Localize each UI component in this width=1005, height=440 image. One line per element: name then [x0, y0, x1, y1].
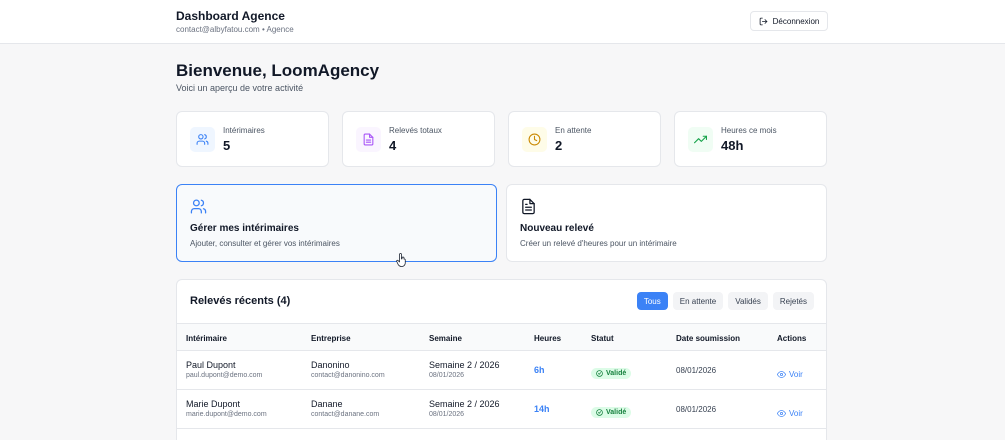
view-link[interactable]: Voir — [777, 409, 803, 418]
stat-value: 2 — [555, 138, 563, 153]
users-icon — [190, 127, 215, 152]
column-header: Entreprise — [311, 334, 351, 343]
column-header: Statut — [591, 334, 614, 343]
company-name: Danane — [311, 399, 343, 409]
document-icon — [356, 127, 381, 152]
trending-up-icon — [688, 127, 713, 152]
stat-label: Relevés totaux — [389, 126, 442, 135]
status-label: Validé — [606, 370, 627, 377]
table-row: Paul Dupont paul.dupont@demo.com Danonin… — [177, 351, 826, 390]
company-name: Danonino — [311, 360, 350, 370]
view-label: Voir — [789, 409, 803, 418]
submission-date: 08/01/2026 — [676, 366, 717, 375]
eye-icon — [777, 371, 786, 378]
company-email: contact@danane.com — [311, 411, 380, 418]
action-description: Créer un relevé d'heures pour un intérim… — [520, 239, 677, 248]
stat-value: 48h — [721, 138, 744, 153]
manage-interimaires-card[interactable]: Gérer mes intérimaires Ajouter, consulte… — [176, 184, 497, 262]
panel-title: Relevés récents (4) — [190, 295, 291, 307]
filter-valides[interactable]: Validés — [728, 292, 768, 310]
company-email: contact@danonino.com — [311, 372, 385, 379]
page-subtitle: Voici un aperçu de votre activité — [176, 83, 304, 93]
week-date: 08/01/2026 — [429, 411, 465, 418]
interimaire-email: marie.dupont@demo.com — [186, 411, 267, 418]
stat-value: 4 — [389, 138, 397, 153]
interimaire-name: Marie Dupont — [186, 399, 241, 409]
new-releve-card[interactable]: Nouveau relevé Créer un relevé d'heures … — [506, 184, 827, 262]
app-title: Dashboard Agence — [176, 9, 285, 23]
action-title: Gérer mes intérimaires — [190, 223, 299, 234]
check-circle-icon — [596, 370, 603, 377]
document-icon — [522, 198, 535, 215]
status-badge: Validé — [591, 368, 632, 379]
clock-icon — [522, 127, 547, 152]
stat-label: Intérimaires — [223, 126, 265, 135]
filter-en-attente[interactable]: En attente — [672, 292, 724, 310]
column-header: Semaine — [429, 334, 462, 343]
week-date: 08/01/2026 — [429, 372, 465, 379]
column-header: Heures — [534, 334, 562, 343]
status-filters: Tous En attente Validés Rejetés — [636, 292, 814, 310]
status-badge: Validé — [591, 407, 632, 418]
eye-icon — [777, 410, 786, 417]
stat-card-en-attente: En attente 2 — [508, 111, 661, 167]
users-icon — [190, 199, 207, 214]
check-circle-icon — [596, 409, 603, 416]
account-subtitle: contact@albyfatou.com • Agence — [176, 25, 294, 34]
hand-cursor-icon — [396, 253, 406, 267]
filter-rejetes[interactable]: Rejetés — [772, 292, 814, 310]
page-title: Bienvenue, LoomAgency — [176, 61, 380, 80]
logout-button[interactable]: Déconnexion — [750, 11, 828, 31]
week: Semaine 2 / 2026 — [429, 399, 500, 409]
stat-label: En attente — [555, 126, 592, 135]
column-header: Actions — [777, 334, 807, 343]
hours-value: 14h — [534, 404, 550, 414]
stat-card-heures: Heures ce mois 48h — [674, 111, 827, 167]
logout-label: Déconnexion — [772, 16, 820, 26]
view-link[interactable]: Voir — [777, 370, 803, 379]
stat-card-interimaires: Intérimaires 5 — [176, 111, 329, 167]
status-label: Validé — [606, 409, 627, 416]
submission-date: 08/01/2026 — [676, 405, 717, 414]
table-row: Marie Dupont marie.dupont@demo.com Danan… — [177, 390, 826, 429]
table-header: Intérimaire Entreprise Semaine Heures St… — [177, 323, 826, 351]
stat-card-releves: Relevés totaux 4 — [342, 111, 495, 167]
view-label: Voir — [789, 370, 803, 379]
interimaire-email: paul.dupont@demo.com — [186, 372, 263, 379]
week: Semaine 2 / 2026 — [429, 360, 500, 370]
action-title: Nouveau relevé — [520, 223, 594, 234]
stat-label: Heures ce mois — [721, 126, 777, 135]
column-header: Intérimaire — [186, 334, 227, 343]
column-header: Date soumission — [676, 334, 741, 343]
filter-tous[interactable]: Tous — [636, 292, 668, 310]
hours-value: 6h — [534, 365, 545, 375]
recent-releves-panel: Relevés récents (4) Tous En attente Vali… — [176, 279, 827, 440]
interimaire-name: Paul Dupont — [186, 360, 236, 370]
logout-icon — [759, 17, 767, 25]
stat-value: 5 — [223, 138, 231, 153]
top-bar: Dashboard Agence contact@albyfatou.com •… — [0, 0, 1005, 44]
action-description: Ajouter, consulter et gérer vos intérima… — [190, 239, 340, 248]
